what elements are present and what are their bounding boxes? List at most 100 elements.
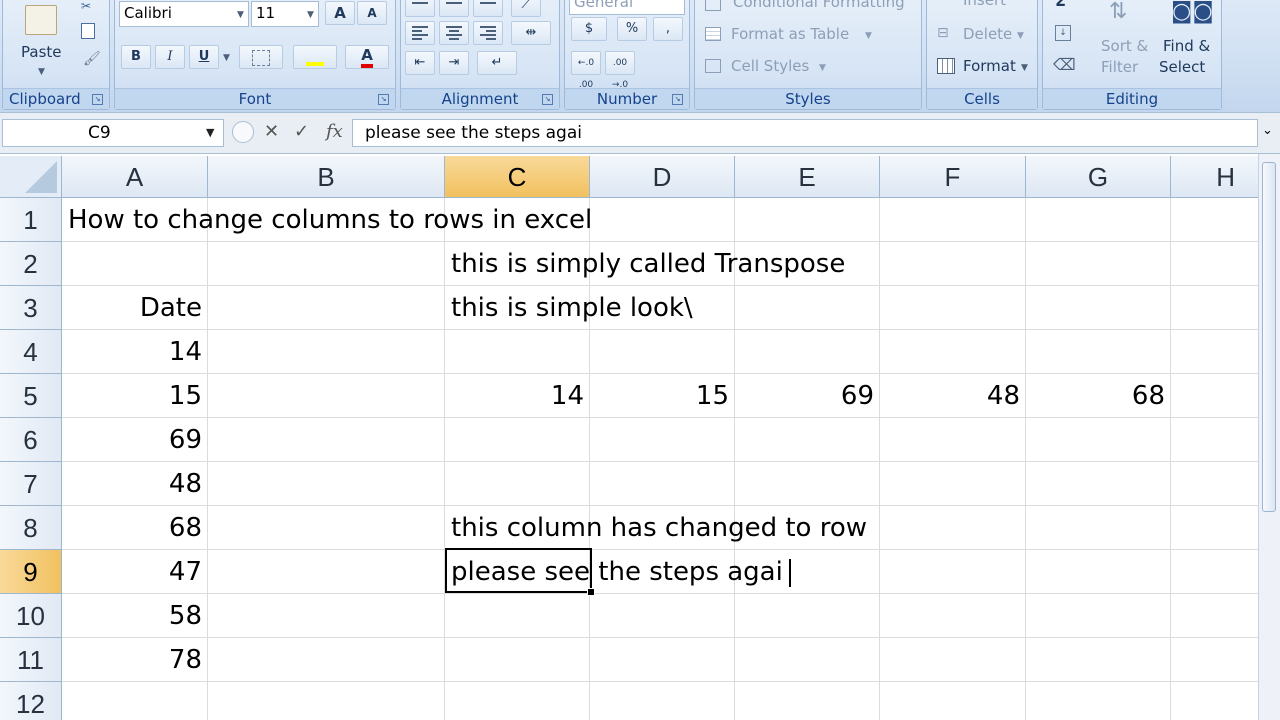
cell-a11[interactable]: 78 [62, 638, 208, 682]
formula-expand-icon[interactable]: ⌄ [1262, 123, 1273, 138]
vertical-scrollbar[interactable] [1258, 154, 1280, 720]
font-name-dropdown-icon[interactable]: ▼ [237, 10, 244, 20]
row-header-3[interactable]: 3 [0, 286, 62, 330]
decrease-indent-button[interactable]: ⇤ [405, 51, 435, 75]
name-box-dropdown-icon[interactable]: ▼ [206, 126, 214, 139]
merge-center-button[interactable]: ⇹ [511, 21, 551, 45]
align-top-button[interactable] [405, 0, 435, 17]
column-header-h[interactable]: H [1171, 156, 1258, 198]
increase-decimal-button[interactable]: ←.0 .00 [571, 51, 601, 90]
orientation-button[interactable]: ⟋ [511, 0, 541, 17]
column-header-a[interactable]: A [62, 156, 208, 198]
column-header-c[interactable]: C [445, 156, 590, 198]
row-header-5[interactable]: 5 [0, 374, 62, 418]
column-header-e[interactable]: E [735, 156, 880, 198]
grow-font-button[interactable]: A [325, 1, 355, 25]
borders-button[interactable] [239, 45, 283, 69]
font-name-box[interactable]: Calibri [119, 1, 249, 27]
clipboard-launcher-icon[interactable]: ↘ [92, 94, 103, 105]
vertical-scrollbar-thumb[interactable] [1262, 162, 1276, 512]
fill-color-button[interactable] [293, 45, 337, 69]
cancel-icon[interactable]: ✕ [264, 121, 279, 142]
comma-button[interactable]: , [653, 17, 683, 41]
row-header-8[interactable]: 8 [0, 506, 62, 550]
name-box[interactable]: C9 [2, 119, 224, 147]
column-header-g[interactable]: G [1026, 156, 1171, 198]
align-bottom-button[interactable] [473, 0, 503, 17]
find-select-label-2: Select [1159, 58, 1206, 76]
cell-a6[interactable]: 69 [62, 418, 208, 462]
cell-a5[interactable]: 15 [62, 374, 208, 418]
font-size-dropdown-icon[interactable]: ▼ [307, 10, 314, 20]
underline-dropdown-icon[interactable]: ▼ [223, 53, 230, 63]
column-header-b[interactable]: B [208, 156, 445, 198]
format-cells-button[interactable]: Format ▼ [935, 55, 1031, 79]
cell-a7[interactable]: 48 [62, 462, 208, 506]
wrap-text-button[interactable]: ↵ [477, 51, 517, 75]
number-launcher-icon[interactable]: ↘ [672, 94, 683, 105]
paste-button[interactable]: Paste ▼ [11, 1, 71, 85]
formula-input[interactable]: please see the steps agai [352, 119, 1258, 147]
worksheet-grid[interactable]: ABCDEFGH 1 2 3 4 5 6 7 8 9 10 11 12 How to change c… [0, 156, 1258, 720]
cell-c3[interactable]: this is simple look\ [445, 286, 693, 330]
clear-icon[interactable]: ⌫ [1053, 55, 1076, 74]
cell-e5[interactable]: 69 [735, 374, 880, 418]
cell-c2[interactable]: this is simply called Transpose [445, 242, 845, 286]
cell-g5[interactable]: 68 [1026, 374, 1171, 418]
fill-handle[interactable] [587, 588, 595, 596]
row-header-6[interactable]: 6 [0, 418, 62, 462]
font-color-button[interactable]: A [345, 45, 389, 69]
align-left-icon [412, 24, 428, 42]
cell-a8[interactable]: 68 [62, 506, 208, 550]
cell-a1[interactable]: How to change columns to rows in excel [62, 198, 592, 242]
percent-button[interactable]: % [617, 17, 647, 41]
select-all-button[interactable] [0, 156, 62, 198]
row-header-12[interactable]: 12 [0, 682, 62, 720]
cell-f5[interactable]: 48 [880, 374, 1026, 418]
font-launcher-icon[interactable]: ↘ [378, 94, 389, 105]
row-header-9[interactable]: 9 [0, 550, 62, 594]
row-header-1[interactable]: 1 [0, 198, 62, 242]
formula-bar-handle-icon[interactable] [232, 121, 254, 143]
align-middle-button[interactable] [439, 0, 469, 17]
cell-d5[interactable]: 15 [590, 374, 735, 418]
increase-indent-button[interactable]: ⇥ [439, 51, 469, 75]
decrease-decimal-button[interactable]: .00 →.0 [605, 51, 635, 90]
copy-icon[interactable] [81, 23, 95, 39]
cell-a10[interactable]: 58 [62, 594, 208, 638]
cell-styles-button[interactable]: Cell Styles ▼ [703, 55, 833, 79]
align-left-button[interactable] [405, 21, 435, 45]
sort-filter-button[interactable]: ⇅ Sort & Filter [1095, 0, 1153, 83]
currency-button[interactable]: $ [571, 17, 607, 41]
format-as-table-button[interactable]: Format as Table ▼ [703, 23, 873, 47]
enter-icon[interactable]: ✓ [294, 121, 309, 142]
cell-c8[interactable]: this column has changed to row [445, 506, 867, 550]
cell-a9[interactable]: 47 [62, 550, 208, 594]
insert-function-icon[interactable]: fx [326, 121, 343, 142]
alignment-launcher-icon[interactable]: ↘ [542, 94, 553, 105]
bold-button[interactable]: B [121, 45, 151, 69]
cut-icon[interactable]: ✂ [81, 0, 91, 13]
row-header-10[interactable]: 10 [0, 594, 62, 638]
align-right-button[interactable] [473, 21, 503, 45]
fill-icon[interactable]: ↓ [1055, 25, 1071, 41]
number-format-box[interactable]: General [569, 0, 685, 15]
italic-button[interactable]: I [155, 45, 185, 69]
paste-dropdown-icon[interactable]: ▼ [38, 67, 45, 77]
underline-button[interactable]: U [189, 45, 219, 69]
align-center-button[interactable] [439, 21, 469, 45]
row-header-7[interactable]: 7 [0, 462, 62, 506]
row-header-2[interactable]: 2 [0, 242, 62, 286]
cell-c5[interactable]: 14 [445, 374, 590, 418]
row-header-4[interactable]: 4 [0, 330, 62, 374]
format-painter-icon[interactable]: 🖌 [83, 51, 101, 67]
cell-a3[interactable]: Date [62, 286, 208, 330]
column-header-d[interactable]: D [590, 156, 735, 198]
shrink-font-button[interactable]: A [357, 1, 387, 25]
column-header-f[interactable]: F [880, 156, 1026, 198]
cell-a4[interactable]: 14 [62, 330, 208, 374]
find-select-button[interactable]: ◙◙ Find & Select [1157, 0, 1221, 83]
autosum-icon[interactable]: Σ [1055, 0, 1066, 10]
row-header-11[interactable]: 11 [0, 638, 62, 682]
delete-button[interactable]: ⊟ Delete ▼ [935, 23, 1031, 47]
